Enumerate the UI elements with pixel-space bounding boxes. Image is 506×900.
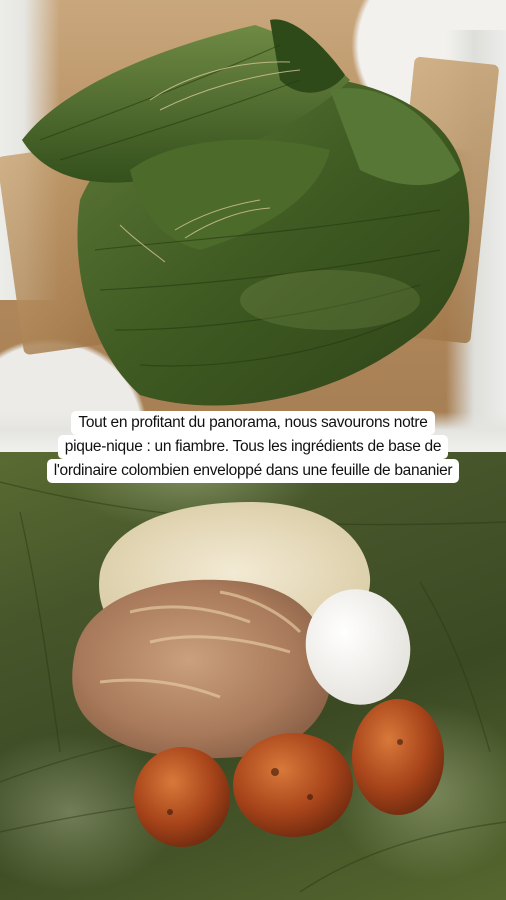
story-view: Tout en profitant du panorama, nous savo… bbox=[0, 0, 506, 900]
pork-and-onions bbox=[72, 579, 332, 759]
story-caption: Tout en profitant du panorama, nous savo… bbox=[0, 411, 506, 483]
photo-wrapped-fiambre bbox=[0, 0, 506, 452]
banana-leaf-bundle bbox=[22, 19, 470, 406]
caption-line: Tout en profitant du panorama, nous savo… bbox=[71, 411, 435, 435]
caption-line: pique-nique : un fiambre. Tous les ingré… bbox=[57, 435, 449, 459]
fried-plantain bbox=[352, 699, 444, 815]
fried-plantain bbox=[233, 733, 353, 837]
fiambre-contents bbox=[0, 481, 506, 893]
photo-opened-fiambre bbox=[0, 452, 506, 900]
fried-plantain bbox=[134, 747, 230, 847]
caption-line: l'ordinaire colombien enveloppé dans une… bbox=[46, 459, 460, 483]
